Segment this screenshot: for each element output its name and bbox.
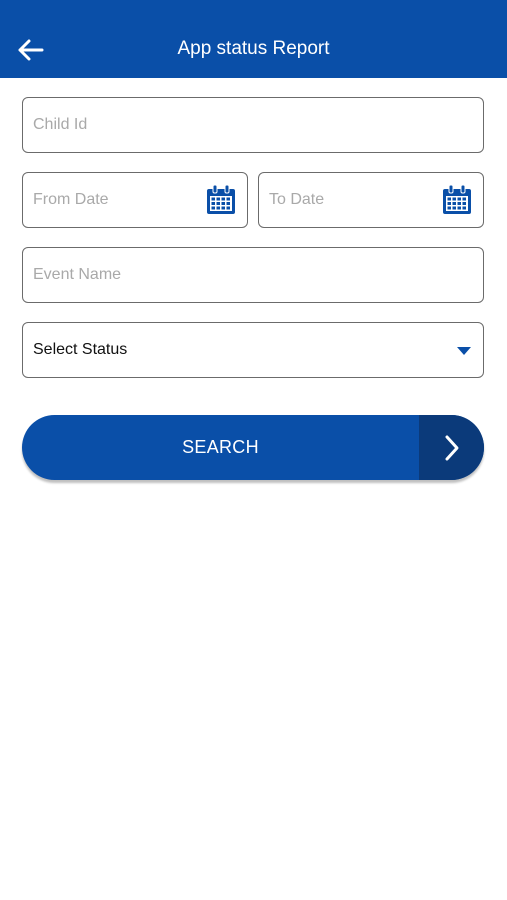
status-select-value: Select Status — [33, 341, 128, 358]
search-arrow[interactable] — [419, 415, 484, 480]
caret-down-icon — [457, 347, 471, 355]
status-select[interactable]: Select Status — [22, 322, 484, 378]
calendar-icon[interactable] — [205, 184, 237, 216]
event-name-input[interactable] — [23, 248, 483, 302]
search-button[interactable]: SEARCH — [22, 415, 484, 480]
calendar-icon[interactable] — [441, 184, 473, 216]
child-id-field — [22, 97, 484, 153]
child-id-input[interactable] — [23, 98, 483, 152]
from-date-field — [22, 172, 248, 228]
app-bar: App status Report — [0, 0, 507, 78]
page-title: App status Report — [177, 38, 330, 59]
chevron-right-icon — [445, 435, 458, 460]
search-button-label: SEARCH — [182, 437, 259, 457]
to-date-field — [258, 172, 484, 228]
event-name-field — [22, 247, 484, 303]
